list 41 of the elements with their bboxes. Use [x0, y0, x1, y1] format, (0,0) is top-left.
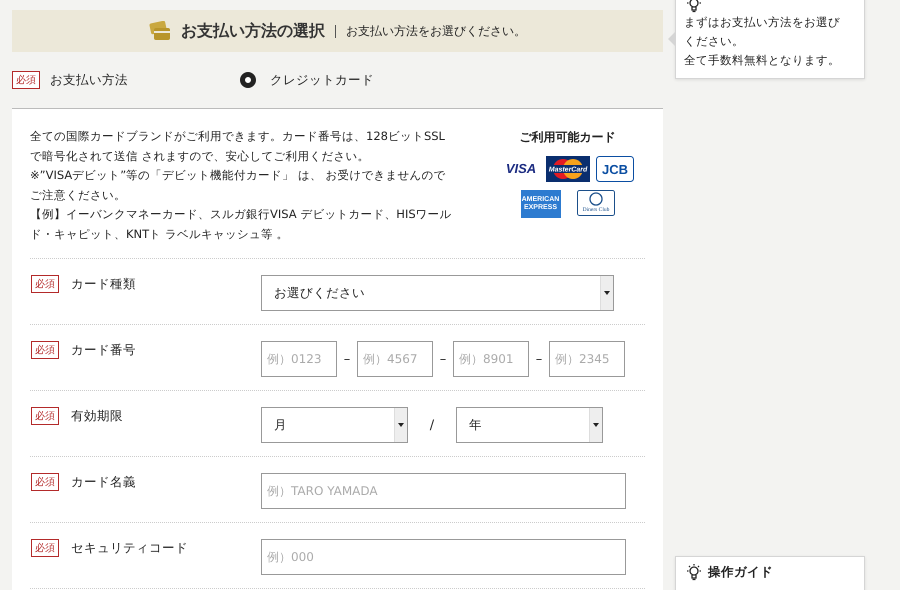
- card-number-field[interactable]: 例）0123: [261, 341, 337, 377]
- field-label: お支払い方法: [50, 72, 129, 88]
- card-number-field[interactable]: 例）8901: [453, 341, 529, 377]
- section-title: お支払い方法の選択: [181, 20, 325, 42]
- accepted-cards-title: ご利用可能カード: [520, 129, 616, 146]
- expiry-select[interactable]: 年: [456, 407, 603, 443]
- card-type-select[interactable]: お選びください: [261, 275, 614, 311]
- jcb-logo: JCB: [596, 156, 634, 182]
- guide-title: 操作ガイド: [708, 564, 773, 580]
- input-field[interactable]: 例）TARO YAMADA: [261, 473, 626, 509]
- notice-text: 全ての国際カードブランドがご利用できます。カード番号は、128ビットSSL で暗号化されて送信 されますので、安心してご利用ください。 ※”VISAデビット”等の「デビット機能付カード」 は、 お受けできませんので ご注意ください。 【例】イーバンクマネーカード、スルガ銀行VISA デビットカード、HISワール ド・キャピット、KNTト ラベルキャッシュ等 。: [30, 128, 453, 242]
- required-badge: 必須: [31, 341, 59, 359]
- required-badge: 必須: [31, 539, 59, 557]
- lightbulb-icon: [684, 563, 704, 581]
- lightbulb-icon: [684, 0, 704, 13]
- required-badge: 必須: [31, 407, 59, 425]
- separator: –: [534, 352, 544, 366]
- field-label: セキュリティコード: [71, 539, 188, 557]
- expiry-select[interactable]: 月: [261, 407, 408, 443]
- credit-card-icon: [149, 21, 171, 41]
- payment-option[interactable]: クレジットカード: [240, 72, 374, 88]
- required-badge: 必須: [12, 71, 40, 89]
- caret-icon: [593, 423, 599, 427]
- input-field[interactable]: 例）000: [261, 539, 626, 575]
- required-badge: 必須: [31, 473, 59, 491]
- required-badge: 必須: [31, 275, 59, 293]
- card-number-field[interactable]: 例）2345: [549, 341, 625, 377]
- field-label: カード種類: [71, 275, 136, 293]
- visa-logo: VISA: [502, 156, 540, 180]
- section-subtitle: お支払い方法をお選びください。: [335, 24, 526, 38]
- separator: /: [428, 418, 436, 432]
- radio-button[interactable]: [240, 72, 256, 88]
- caret-icon: [398, 423, 404, 427]
- guide-text: まずはお支払い方法をお選び ください。 全て手数料無料となります。: [684, 14, 841, 69]
- caret-icon: [604, 291, 610, 295]
- card-number-field[interactable]: 例）4567: [357, 341, 433, 377]
- separator: –: [438, 352, 448, 366]
- field-label: カード番号: [71, 341, 136, 359]
- field-label: 有効期限: [71, 407, 123, 425]
- separator: –: [342, 352, 352, 366]
- field-label: カード名義: [71, 473, 136, 491]
